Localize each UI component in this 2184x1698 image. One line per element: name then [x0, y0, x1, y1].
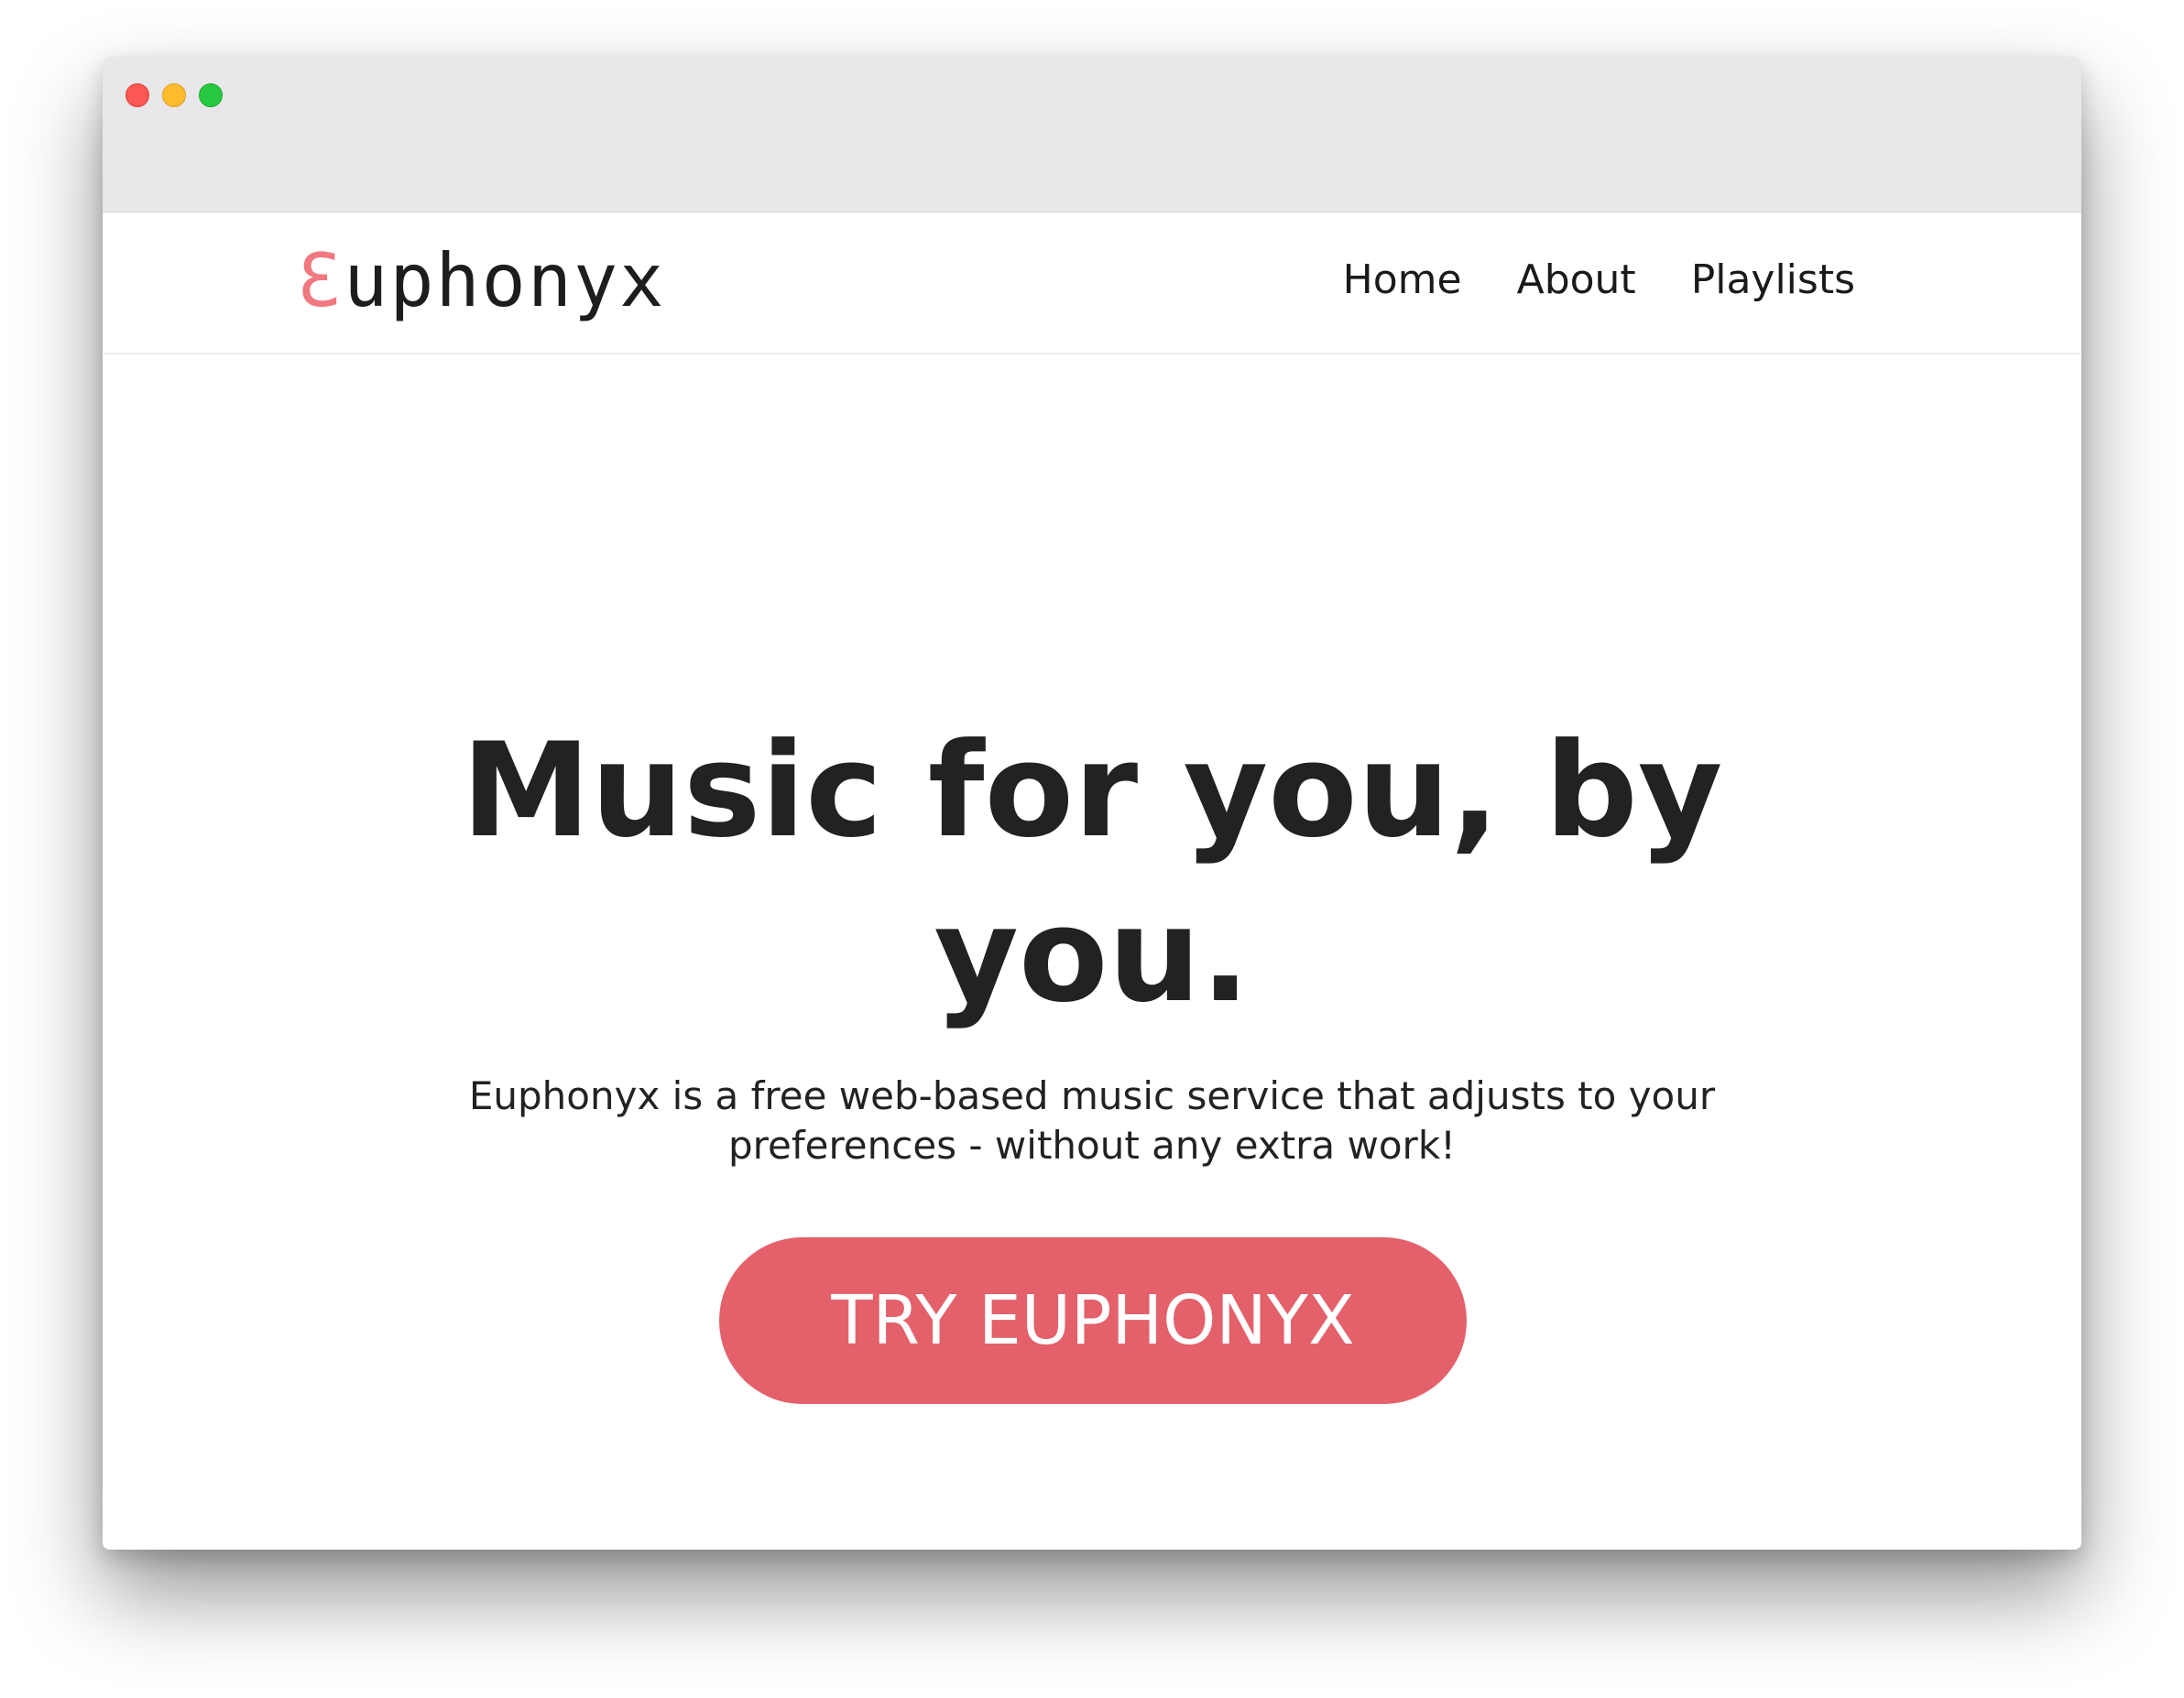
close-window-button[interactable] — [126, 83, 149, 107]
hero-section: Music for you, by you. Euphonyx is a fre… — [103, 354, 2081, 1550]
site-navbar: Ɛuphonyx Home About Playlists — [103, 212, 2081, 354]
main-nav: Home About Playlists — [1343, 255, 1855, 306]
browser-window: Ɛuphonyx Home About Playlists Music for … — [103, 57, 2081, 1550]
browser-titlebar — [103, 57, 2081, 212]
hero-subtitle: Euphonyx is a free web-based music servi… — [468, 1073, 1716, 1168]
zoom-window-button[interactable] — [199, 83, 223, 107]
try-euphonyx-button[interactable]: TRY EUPHONYX — [719, 1237, 1467, 1404]
site-logo[interactable]: Ɛuphonyx — [298, 240, 665, 322]
hero-headline: Music for you, by you. — [461, 715, 1723, 1031]
logo-text: uphonyx — [344, 238, 666, 323]
nav-link-home[interactable]: Home — [1343, 255, 1462, 306]
nav-link-about[interactable]: About — [1517, 255, 1636, 306]
minimize-window-button[interactable] — [162, 83, 186, 107]
nav-link-playlists[interactable]: Playlists — [1691, 255, 1855, 306]
logo-mark: Ɛ — [298, 238, 344, 323]
